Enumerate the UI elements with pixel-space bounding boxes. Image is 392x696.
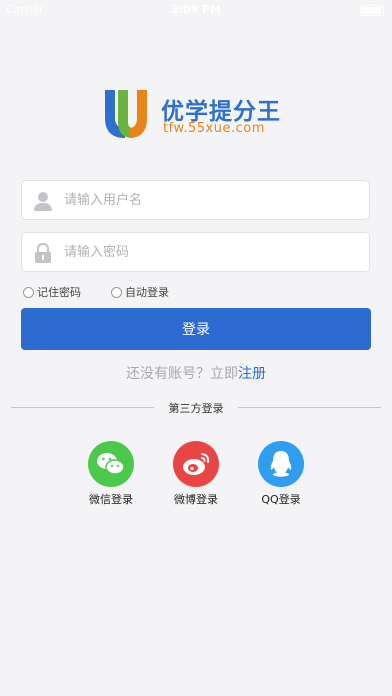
weibo-login-button[interactable]: 微博登录 <box>161 441 231 507</box>
battery-icon <box>360 5 384 16</box>
qq-icon <box>258 441 304 487</box>
wechat-icon <box>88 441 134 487</box>
lock-icon <box>35 243 51 263</box>
wechat-login-label: 微信登录 <box>89 493 133 506</box>
auto-login-radio[interactable] <box>111 286 122 298</box>
wechat-login-button[interactable]: 微信登录 <box>76 441 146 507</box>
register-link[interactable]: 注册 <box>238 366 266 382</box>
qq-login-button[interactable]: QQ登录 <box>246 441 316 507</box>
password-field[interactable] <box>21 232 370 272</box>
third-party-heading: 第三方登录 <box>168 402 224 415</box>
divider-right <box>238 407 381 408</box>
status-bar: Carrier 3:09 PM <box>0 0 392 20</box>
app-logo: 优学提分王 tfw.55xue.com <box>103 88 303 140</box>
weibo-login-label: 微博登录 <box>174 493 218 506</box>
logo-u-icon <box>105 90 147 138</box>
login-button[interactable]: 登录 <box>21 308 371 350</box>
register-prompt-text: 还没有账号？立即 <box>126 366 238 382</box>
remember-password-label: 记住密码 <box>37 286 81 299</box>
logo-url: tfw.55xue.com <box>163 121 265 136</box>
password-input[interactable] <box>64 233 354 271</box>
auto-login-label: 自动登录 <box>125 286 169 299</box>
remember-password-radio[interactable] <box>23 286 34 298</box>
weibo-icon <box>173 441 219 487</box>
register-prompt: 还没有账号？立即注册 <box>0 363 392 383</box>
auto-login-option[interactable]: 自动登录 <box>111 284 169 300</box>
status-time: 3:09 PM <box>170 3 222 16</box>
username-field[interactable] <box>21 180 370 220</box>
qq-login-label: QQ登录 <box>261 493 301 506</box>
remember-password-option[interactable]: 记住密码 <box>23 284 81 300</box>
user-icon <box>34 192 52 211</box>
username-input[interactable] <box>64 181 354 219</box>
